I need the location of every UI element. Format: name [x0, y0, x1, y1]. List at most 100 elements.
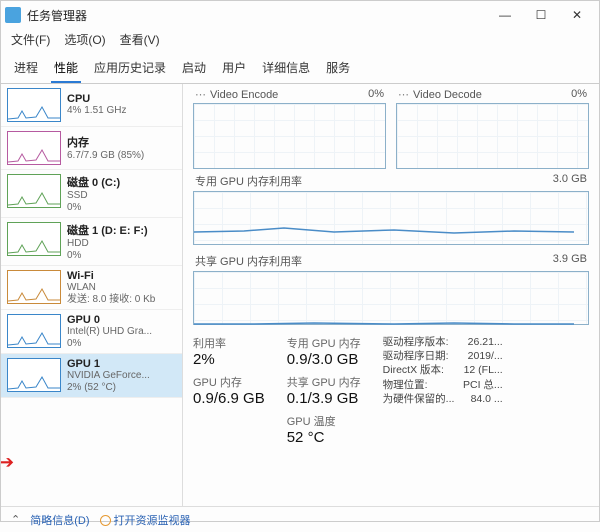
info-row: 驱动程序日期: 2019/... — [383, 349, 503, 363]
sidebar-item-5[interactable]: GPU 0Intel(R) UHD Gra...0% — [1, 310, 182, 354]
info-val: 12 (FL... — [464, 363, 503, 377]
titlebar: 任务管理器 — ☐ ✕ — [1, 1, 599, 29]
sidebar-item-0[interactable]: CPU4% 1.51 GHz — [1, 84, 182, 127]
graph-canvas — [396, 103, 589, 169]
tab-2[interactable]: 应用历史记录 — [91, 56, 169, 83]
stats-row: 利用率 2% GPU 内存 0.9/6.9 GB 专用 GPU 内存 0.9/3… — [193, 335, 589, 446]
sidebar-item-4[interactable]: Wi-FiWLAN发送: 8.0 接收: 0 Kb — [1, 266, 182, 310]
wide-graph-canvas — [193, 271, 589, 325]
resource-sub: 6.7/7.9 GB (85%) — [67, 150, 144, 162]
sparkline — [7, 314, 61, 348]
resource-name: GPU 1 — [67, 358, 150, 370]
resource-sub: 0% — [67, 250, 148, 262]
wide-graph-label: 共享 GPU 内存利用率 — [195, 253, 302, 269]
maximize-button[interactable]: ☐ — [523, 1, 559, 29]
wide-graphs: 专用 GPU 内存利用率 3.0 GB 共享 GPU 内存利用率 3.9 GB — [193, 169, 589, 325]
tab-4[interactable]: 用户 — [219, 56, 249, 83]
open-resource-monitor-label: 打开资源监视器 — [114, 515, 191, 527]
main: ➔ CPU4% 1.51 GHz内存6.7/7.9 GB (85%)磁盘 0 (… — [1, 84, 599, 506]
resource-sub: WLAN — [67, 282, 155, 294]
stat-value: 0.9/6.9 GB — [193, 390, 265, 407]
wide-graph-right: 3.0 GB — [553, 173, 587, 189]
tab-1[interactable]: 性能 — [51, 56, 81, 83]
resource-name: GPU 0 — [67, 314, 152, 326]
stat-label: 利用率 — [193, 335, 265, 351]
resource-sub: 4% 1.51 GHz — [67, 105, 126, 117]
resource-sub: 发送: 8.0 接收: 0 Kb — [67, 294, 155, 306]
sidebar-item-1[interactable]: 内存6.7/7.9 GB (85%) — [1, 127, 182, 170]
sparkline — [7, 270, 61, 304]
sparkline — [7, 174, 61, 208]
tab-0[interactable]: 进程 — [11, 56, 41, 83]
menu-view[interactable]: 查看(V) — [120, 31, 160, 48]
resource-name: 磁盘 0 (C:) — [67, 174, 120, 190]
graph-label[interactable]: Video Decode — [398, 88, 482, 101]
sparkline — [7, 358, 61, 392]
tabbar: 进程性能应用历史记录启动用户详细信息服务 — [1, 52, 599, 84]
wide-graph-canvas — [193, 191, 589, 245]
info-val: 2019/... — [468, 349, 503, 363]
menu-file[interactable]: 文件(F) — [11, 31, 50, 48]
graph-0: Video Encode 0% — [193, 88, 386, 169]
window-title: 任务管理器 — [27, 7, 87, 24]
info-val: 84.0 ... — [471, 392, 503, 406]
detail-pane: Video Encode0%Video Decode0% 专用 GPU 内存利用… — [183, 84, 599, 506]
open-resource-monitor-link[interactable]: 打开资源监视器 — [100, 512, 191, 528]
info-row: 驱动程序版本: 26.21... — [383, 335, 503, 349]
info-key: 驱动程序版本: — [383, 335, 449, 349]
menu-options[interactable]: 选项(O) — [64, 31, 105, 48]
resource-name: 磁盘 1 (D: E: F:) — [67, 222, 148, 238]
stat-label: GPU 内存 — [193, 374, 265, 390]
info-row: 为硬件保留的... 84.0 ... — [383, 392, 503, 406]
resource-sub: NVIDIA GeForce... — [67, 370, 150, 382]
wide-graph-label: 专用 GPU 内存利用率 — [195, 173, 302, 189]
sidebar-item-6[interactable]: GPU 1NVIDIA GeForce...2% (52 °C) — [1, 354, 182, 398]
resource-name: CPU — [67, 93, 126, 105]
info-key: 为硬件保留的... — [383, 392, 455, 406]
graph-1: Video Decode 0% — [396, 88, 589, 169]
resource-sub: 0% — [67, 338, 152, 350]
close-button[interactable]: ✕ — [559, 1, 595, 29]
info-key: 驱动程序日期: — [383, 349, 449, 363]
minimize-button[interactable]: — — [487, 1, 523, 29]
stat-label: 专用 GPU 内存 — [287, 335, 361, 351]
info-row: DirectX 版本: 12 (FL... — [383, 363, 503, 377]
resource-name: Wi-Fi — [67, 270, 155, 282]
info-col: 驱动程序版本:26.21...驱动程序日期:2019/...DirectX 版本… — [383, 335, 503, 446]
resource-name: 内存 — [67, 134, 144, 150]
info-val: PCI 总... — [463, 378, 503, 392]
tab-6[interactable]: 服务 — [323, 56, 353, 83]
stat-label: GPU 温度 — [287, 413, 361, 429]
info-row: 物理位置: PCI 总... — [383, 378, 503, 392]
sidebar-item-2[interactable]: 磁盘 0 (C:)SSD0% — [1, 170, 182, 218]
wide-graph-right: 3.9 GB — [553, 253, 587, 269]
stats-col-1: 利用率 2% GPU 内存 0.9/6.9 GB — [193, 335, 265, 446]
info-val: 26.21... — [468, 335, 503, 349]
resource-sub: SSD — [67, 190, 120, 202]
sparkline — [7, 88, 61, 122]
graph-label[interactable]: Video Encode — [195, 88, 278, 101]
tab-3[interactable]: 启动 — [179, 56, 209, 83]
footer: ⌃ 简略信息(D) 打开资源监视器 — [1, 506, 599, 532]
info-key: 物理位置: — [383, 378, 428, 392]
resource-sub: 0% — [67, 202, 120, 214]
stats-col-2: 专用 GPU 内存 0.9/3.0 GB 共享 GPU 内存 0.1/3.9 G… — [287, 335, 361, 446]
stat-value: 52 °C — [287, 429, 361, 446]
info-key: DirectX 版本: — [383, 363, 444, 377]
pointer-arrow-icon: ➔ — [1, 452, 14, 473]
small-graphs-row: Video Encode 0% Video Decode 0% — [193, 88, 589, 169]
graph-canvas — [193, 103, 386, 169]
stat-value: 0.9/3.0 GB — [287, 351, 361, 368]
stat-label: 共享 GPU 内存 — [287, 374, 361, 390]
graph-right: 0% — [368, 88, 384, 101]
brief-info-link[interactable]: 简略信息(D) — [30, 512, 89, 528]
graph-right: 0% — [571, 88, 587, 101]
resource-sub: 2% (52 °C) — [67, 382, 150, 394]
sidebar: ➔ CPU4% 1.51 GHz内存6.7/7.9 GB (85%)磁盘 0 (… — [1, 84, 183, 506]
stat-value: 2% — [193, 351, 265, 368]
resource-sub: Intel(R) UHD Gra... — [67, 326, 152, 338]
chevron-icon[interactable]: ⌃ — [11, 513, 20, 526]
stat-value: 0.1/3.9 GB — [287, 390, 361, 407]
tab-5[interactable]: 详细信息 — [259, 56, 313, 83]
sidebar-item-3[interactable]: 磁盘 1 (D: E: F:)HDD0% — [1, 218, 182, 266]
